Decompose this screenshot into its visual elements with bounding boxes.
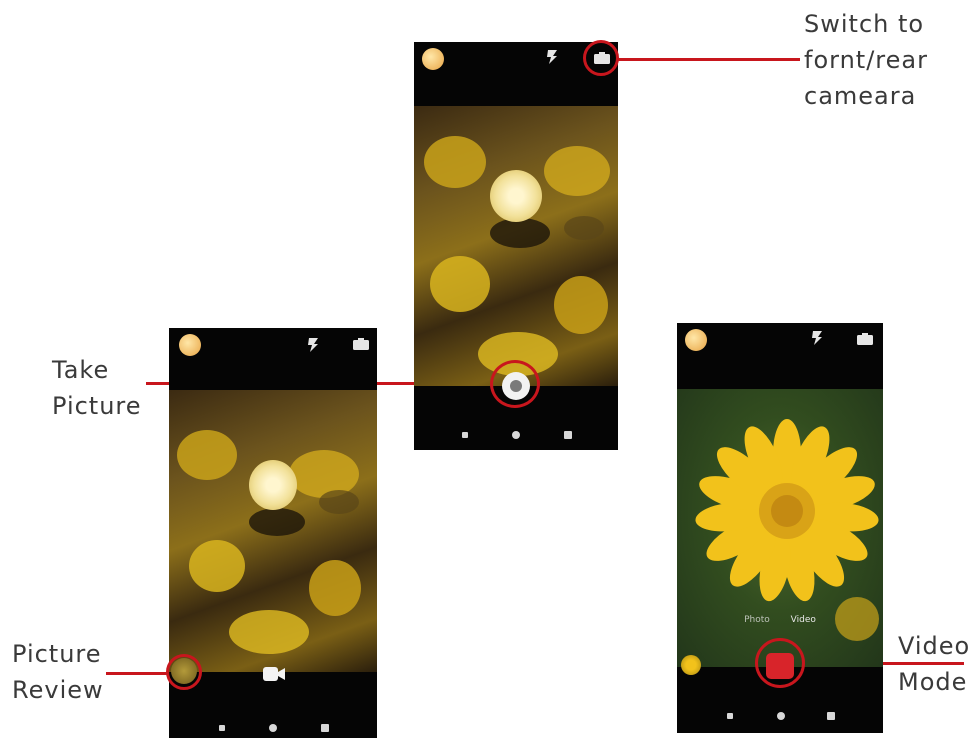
annotation-line: Picture [52, 392, 142, 420]
take-picture-annotation: Take Picture [52, 352, 142, 424]
back-icon[interactable] [462, 432, 468, 438]
home-icon[interactable] [512, 431, 520, 439]
video-mode-label[interactable]: Video [791, 615, 816, 625]
recents-icon[interactable] [564, 431, 572, 439]
home-icon[interactable] [777, 712, 785, 720]
annotation-line: Picture [12, 640, 102, 668]
thumbnail-icon[interactable] [681, 655, 701, 675]
annotation-line: fornt/rear [804, 46, 928, 74]
video-camera-icon[interactable] [263, 666, 285, 682]
back-icon[interactable] [219, 725, 225, 731]
take-picture-highlight-ring [490, 360, 540, 408]
photo-mode-label[interactable]: Photo [744, 615, 770, 625]
annotation-line: Switch to [804, 10, 925, 38]
recents-icon[interactable] [321, 724, 329, 732]
camera-viewfinder: Photo Video [677, 389, 883, 667]
switch-camera-icon[interactable] [353, 338, 369, 350]
switch-camera-annotation: Switch to fornt/rear cameara [804, 6, 928, 114]
picture-review-callout-line [106, 672, 168, 675]
switch-camera-icon[interactable] [857, 333, 873, 345]
video-mode-highlight-ring [755, 638, 805, 688]
annotation-line: cameara [804, 82, 917, 110]
daisy-flower [695, 419, 879, 641]
switch-camera-highlight-ring [583, 40, 619, 76]
annotation-line: Mode [898, 668, 968, 696]
annotation-line: Take [52, 356, 110, 384]
settings-icon[interactable] [685, 329, 707, 351]
switch-camera-callout-line [618, 58, 800, 61]
settings-icon[interactable] [422, 48, 444, 70]
settings-icon[interactable] [179, 334, 201, 356]
camera-viewfinder [414, 106, 618, 386]
picture-review-highlight-ring [166, 654, 202, 690]
flash-icon[interactable] [307, 338, 319, 352]
home-icon[interactable] [269, 724, 277, 732]
camera-viewfinder [169, 390, 377, 672]
annotation-line: Review [12, 676, 104, 704]
flash-icon[interactable] [811, 331, 823, 345]
annotation-line: Video [898, 632, 971, 660]
recents-icon[interactable] [827, 712, 835, 720]
flash-icon[interactable] [546, 50, 558, 64]
picture-review-annotation: Picture Review [12, 636, 104, 708]
back-icon[interactable] [727, 713, 733, 719]
